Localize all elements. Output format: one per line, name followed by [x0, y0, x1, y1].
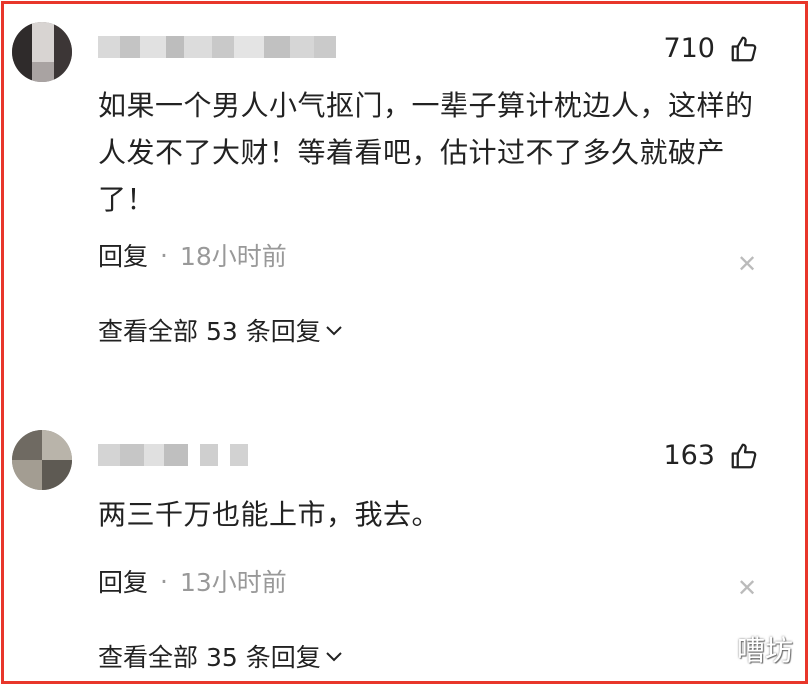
view-replies-button[interactable]: 查看全部 35 条回复: [98, 638, 343, 674]
chevron-down-icon: [326, 652, 342, 662]
avatar[interactable]: [12, 22, 72, 82]
chevron-down-icon: [326, 326, 342, 336]
avatar[interactable]: [12, 430, 72, 490]
comment-time: 13小时前: [179, 568, 287, 597]
watermark: 嘈坊: [736, 634, 793, 667]
reply-button[interactable]: 回复: [98, 237, 148, 273]
reply-button[interactable]: 回复: [98, 563, 148, 599]
like-count-value: 163: [663, 440, 715, 471]
like-count-value: 710: [663, 33, 715, 64]
meta-separator: ·: [160, 240, 168, 270]
comment-text: 两三千万也能上市，我去。: [98, 498, 441, 531]
view-replies-label: 查看全部 53 条回复: [98, 317, 321, 346]
view-replies-label: 查看全部 35 条回复: [98, 643, 321, 672]
thumbs-up-icon[interactable]: [729, 441, 759, 471]
comment-meta: 回复 · 18小时前: [98, 237, 287, 273]
close-icon[interactable]: ✕: [737, 576, 757, 600]
username-blurred[interactable]: [98, 444, 248, 466]
username-blurred[interactable]: [98, 36, 336, 58]
like-count[interactable]: 710: [663, 33, 759, 64]
like-count[interactable]: 163: [663, 440, 759, 471]
comment-meta: 回复 · 13小时前: [98, 563, 287, 599]
comment-time: 18小时前: [179, 242, 287, 271]
meta-separator: ·: [160, 566, 168, 596]
close-icon[interactable]: ✕: [737, 252, 757, 276]
thumbs-up-icon[interactable]: [729, 34, 759, 64]
view-replies-button[interactable]: 查看全部 53 条回复: [98, 312, 343, 348]
comment-text: 如果一个男人小气抠门，一辈子算计枕边人，这样的人发不了大财！等着看吧，估计过不了…: [98, 89, 754, 216]
